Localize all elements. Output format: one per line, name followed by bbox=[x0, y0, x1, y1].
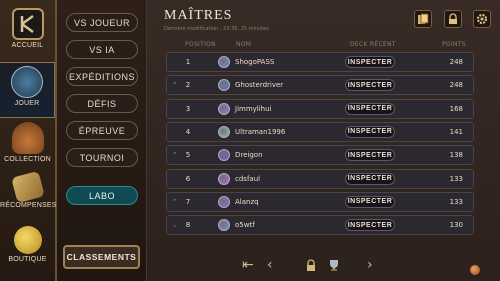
player-points: 168 bbox=[449, 104, 463, 113]
rank-position: 6 bbox=[185, 174, 191, 183]
inspect-deck-button[interactable]: INSPECTER bbox=[345, 172, 395, 185]
first-page-icon[interactable]: ⇤ bbox=[242, 257, 254, 273]
inspect-deck-button[interactable]: INSPECTER bbox=[345, 125, 395, 138]
page-title: MAÎTRES bbox=[164, 8, 233, 23]
player-avatar bbox=[218, 195, 230, 208]
player-points: 130 bbox=[449, 221, 463, 230]
coins-icon bbox=[13, 226, 42, 254]
settings-gear-icon[interactable] bbox=[473, 10, 491, 28]
mode-expeditions-button[interactable]: EXPÉDITIONS bbox=[66, 67, 138, 86]
home-logo-icon bbox=[11, 8, 44, 40]
player-points: 141 bbox=[449, 127, 463, 136]
player-name: Jimmylihui bbox=[235, 104, 272, 113]
rankings-button[interactable]: CLASSEMENTS bbox=[63, 245, 140, 269]
player-points: 248 bbox=[449, 81, 463, 90]
player-points: 138 bbox=[449, 151, 463, 160]
nav-collection[interactable]: COLLECTION bbox=[0, 122, 55, 163]
mode-vs-ai-button[interactable]: VS IA bbox=[66, 40, 138, 59]
inspect-deck-button[interactable]: INSPECTER bbox=[345, 219, 395, 232]
main-nav: ACCUEIL JOUER COLLECTION RÉCOMPENSES BOU… bbox=[0, 0, 57, 281]
mode-labo-button[interactable]: LABO bbox=[66, 186, 138, 205]
table-row[interactable]: ⌃ 5 Dreigon INSPECTER 138 bbox=[166, 145, 474, 166]
player-avatar bbox=[218, 125, 230, 138]
nav-home[interactable]: ACCUEIL bbox=[0, 8, 55, 49]
mode-tournament-button[interactable]: TOURNOI bbox=[66, 148, 138, 167]
player-avatar bbox=[218, 149, 230, 162]
rank-position: 7 bbox=[185, 197, 191, 206]
nav-label: COLLECTION bbox=[4, 156, 51, 163]
mode-vs-player-button[interactable]: VS JOUEUR bbox=[66, 13, 138, 32]
card-info-icon[interactable] bbox=[414, 10, 432, 28]
col-header-points: POINTS bbox=[442, 41, 466, 48]
rank-position: 8 bbox=[185, 221, 191, 230]
player-name: ShogoPASS bbox=[235, 58, 275, 66]
rank-position: 5 bbox=[185, 151, 191, 160]
table-row[interactable]: 4 Ultraman1996 INSPECTER 141 bbox=[166, 121, 474, 142]
rank-position: 4 bbox=[185, 127, 191, 136]
table-row[interactable]: 3 Jimmylihui INSPECTER 168 bbox=[166, 98, 474, 119]
orb-icon bbox=[470, 265, 480, 275]
region-lock-icon[interactable] bbox=[444, 10, 462, 28]
table-row[interactable]: ⌃ 2 Ghosterdriver INSPECTER 248 bbox=[166, 75, 474, 96]
rank-up-icon: ⌃ bbox=[172, 197, 178, 206]
inspect-deck-button[interactable]: INSPECTER bbox=[345, 102, 395, 115]
inspect-deck-button[interactable]: INSPECTER bbox=[345, 149, 395, 162]
play-shield-icon bbox=[11, 66, 43, 98]
mode-menu: VS JOUEUR VS IA EXPÉDITIONS DÉFIS ÉPREUV… bbox=[57, 0, 147, 281]
col-header-deck: DECK RÉCENT bbox=[350, 41, 396, 48]
nav-label: BOUTIQUE bbox=[8, 256, 47, 263]
player-name: cdsfaul bbox=[235, 174, 261, 183]
collection-bag-icon bbox=[11, 122, 44, 154]
player-points: 133 bbox=[449, 174, 463, 183]
player-avatar bbox=[218, 102, 230, 115]
rank-position: 3 bbox=[185, 104, 191, 113]
trophy-icon[interactable] bbox=[327, 258, 341, 276]
nav-play[interactable]: JOUER bbox=[0, 62, 55, 118]
player-points: 248 bbox=[449, 58, 463, 66]
inspect-deck-button[interactable]: INSPECTER bbox=[345, 195, 395, 208]
inspect-deck-button[interactable]: INSPECTER bbox=[345, 56, 395, 68]
col-header-position: POSITION bbox=[185, 41, 216, 48]
table-row[interactable]: 1 ShogoPASS INSPECTER 248 bbox=[166, 52, 474, 72]
player-avatar bbox=[218, 79, 230, 92]
region-filter-lock-icon[interactable] bbox=[305, 259, 317, 275]
pagination-bar: ⇤ ‹ › bbox=[147, 253, 500, 281]
col-header-name: NOM bbox=[236, 41, 252, 48]
player-avatar bbox=[218, 56, 230, 68]
rank-up-icon: ⌃ bbox=[172, 81, 178, 90]
player-points: 133 bbox=[449, 197, 463, 206]
mode-gauntlet-button[interactable]: ÉPREUVE bbox=[66, 121, 138, 140]
player-name: Ghosterdriver bbox=[235, 81, 284, 90]
table-row[interactable]: 6 cdsfaul INSPECTER 133 bbox=[166, 168, 474, 189]
player-avatar bbox=[218, 219, 230, 232]
table-row[interactable]: ⌄ 8 o5wtf INSPECTER 130 bbox=[166, 215, 474, 236]
rank-down-icon: ⌄ bbox=[172, 221, 178, 230]
leaderboard-panel: MAÎTRES Dernière modification : 23:36, 2… bbox=[147, 0, 500, 281]
prev-page-icon[interactable]: ‹ bbox=[267, 257, 273, 273]
nav-shop[interactable]: BOUTIQUE bbox=[0, 226, 55, 263]
player-name: o5wtf bbox=[235, 221, 255, 230]
table-row[interactable]: ⌃ 7 Alanzq INSPECTER 133 bbox=[166, 191, 474, 212]
mode-challenges-button[interactable]: DÉFIS bbox=[66, 94, 138, 113]
player-avatar bbox=[218, 172, 230, 185]
rank-up-icon: ⌃ bbox=[172, 151, 178, 160]
rank-position: 1 bbox=[185, 58, 191, 66]
last-updated-text: Dernière modification : 23:36, 25 minute… bbox=[164, 26, 269, 32]
nav-label: ACCUEIL bbox=[11, 42, 44, 49]
rank-position: 2 bbox=[185, 81, 191, 90]
scroll-icon bbox=[10, 170, 45, 204]
player-name: Dreigon bbox=[235, 151, 263, 160]
nav-rewards[interactable]: RÉCOMPENSES bbox=[0, 170, 57, 209]
player-name: Alanzq bbox=[235, 197, 259, 206]
next-page-icon[interactable]: › bbox=[367, 257, 373, 273]
nav-label: JOUER bbox=[14, 100, 40, 107]
nav-label: RÉCOMPENSES bbox=[0, 202, 57, 209]
player-name: Ultraman1996 bbox=[235, 127, 286, 136]
inspect-deck-button[interactable]: INSPECTER bbox=[345, 79, 395, 92]
